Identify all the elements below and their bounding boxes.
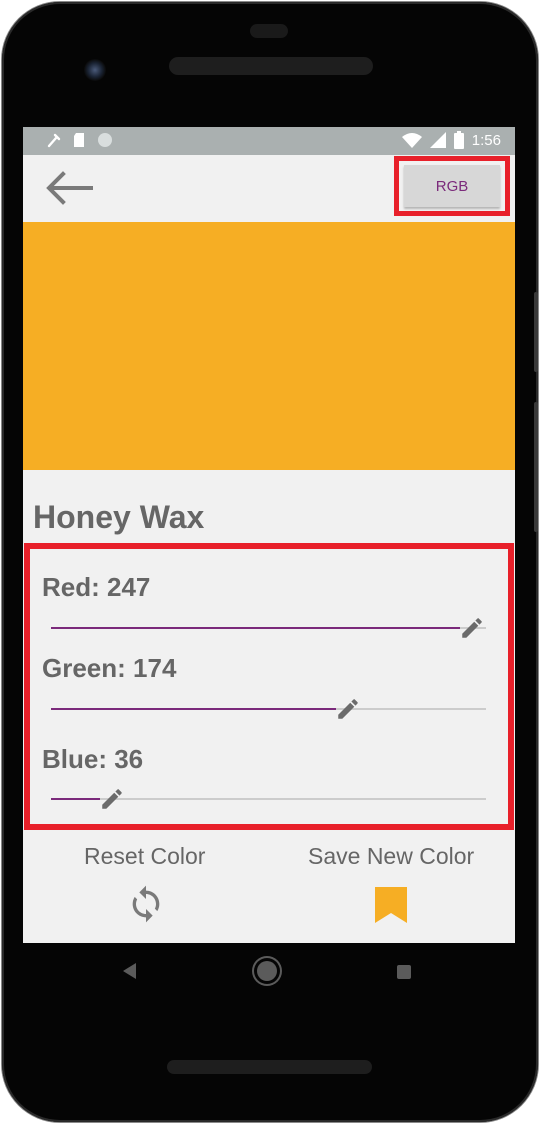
color-name-title: Honey Wax — [33, 499, 205, 535]
pencil-icon — [338, 699, 358, 719]
rgb-mode-button[interactable]: RGB — [404, 165, 500, 207]
green-slider-thumb[interactable] — [335, 696, 361, 722]
nav-back-icon[interactable] — [123, 963, 136, 979]
red-slider-fill — [51, 627, 460, 629]
front-camera — [84, 59, 106, 81]
red-slider-label: Red: 247 — [42, 572, 151, 602]
app-bar: RGB — [23, 155, 515, 221]
android-nav-bar — [23, 943, 515, 1003]
refresh-icon[interactable] — [126, 881, 166, 927]
circle-status-icon — [98, 133, 112, 147]
red-slider-thumb[interactable] — [459, 615, 485, 641]
earpiece-speaker — [169, 57, 373, 75]
back-button[interactable] — [45, 171, 93, 205]
signal-icon — [429, 132, 446, 148]
sd-card-icon — [74, 133, 84, 147]
volume-button — [534, 402, 538, 532]
green-slider-label: Green: 174 — [42, 653, 177, 683]
blue-slider[interactable] — [51, 789, 486, 809]
battery-icon — [453, 131, 464, 149]
action-bar: Reset Color Save New Color — [23, 837, 515, 937]
wifi-icon — [401, 133, 422, 148]
blue-slider-label: Blue: 36 — [42, 744, 144, 774]
blue-slider-fill — [51, 798, 100, 800]
bottom-speaker — [167, 1060, 372, 1074]
pencil-icon — [462, 618, 482, 638]
app-screen: 1:56 RGB Honey Wax Red: 247 Green: 174 B… — [23, 127, 515, 943]
nav-recents-icon[interactable] — [397, 965, 411, 979]
nav-home-icon[interactable] — [257, 961, 277, 981]
save-new-color-label: Save New Color — [308, 843, 475, 869]
reset-color-label: Reset Color — [84, 843, 206, 869]
arrow-left-icon — [46, 171, 93, 205]
top-notch — [250, 24, 288, 38]
green-slider-fill — [51, 708, 336, 710]
status-time: 1:56 — [471, 131, 501, 149]
status-bar: 1:56 — [23, 127, 515, 155]
blue-slider-thumb[interactable] — [99, 786, 125, 812]
red-slider[interactable] — [51, 618, 486, 638]
power-button — [534, 292, 538, 372]
bookmark-icon[interactable] — [375, 887, 407, 923]
color-swatch — [23, 222, 515, 470]
green-slider[interactable] — [51, 699, 486, 719]
eyedropper-icon — [47, 133, 61, 148]
pencil-icon — [102, 789, 122, 809]
